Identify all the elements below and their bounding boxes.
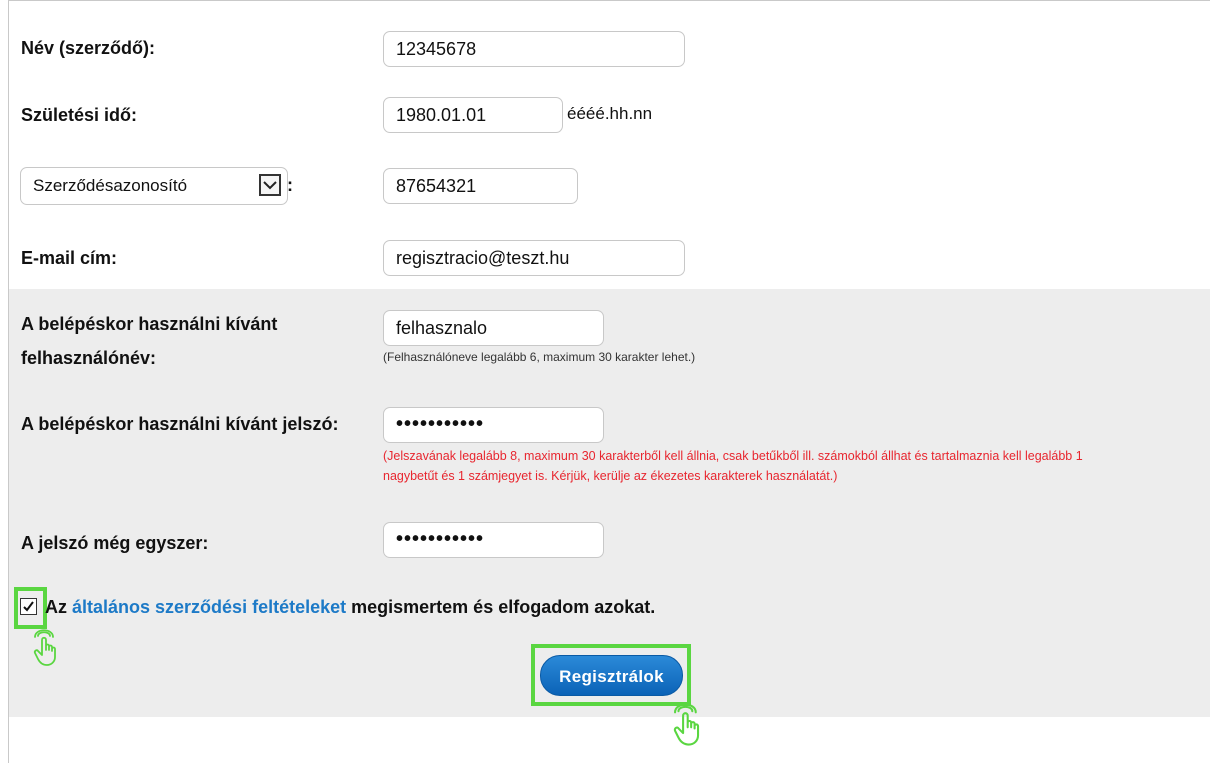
terms-suffix: megismertem és elfogadom azokat. [346,597,656,617]
name-input[interactable]: 12345678 [383,31,685,67]
contract-id-input[interactable]: 87654321 [383,168,578,204]
terms-prefix: Az [45,597,72,617]
id-type-select[interactable]: Szerződésazonosító [20,167,288,205]
password-label: A belépéskor használni kívánt jelszó: [21,414,339,434]
password-input[interactable]: ••••••••••• [383,407,604,443]
terms-text: Az általános szerződési feltételeket meg… [45,593,655,621]
birth-date-label: Születési idő: [21,105,138,125]
terms-checkbox[interactable] [20,598,37,615]
password-hint-line1: (Jelszavának legalább 8, maximum 30 kara… [383,449,1083,463]
checkmark-icon [23,601,34,612]
email-label: E-mail cím: [21,248,118,268]
birth-date-input[interactable]: 1980.01.01 [383,97,563,133]
terms-link[interactable]: általános szerződési feltételeket [72,597,346,617]
register-button[interactable]: Regisztrálok [540,655,683,696]
password-hint-line2: nagybetűt és 1 számjegyet is. Kérjük, ke… [383,469,838,483]
date-format-hint: éééé.hh.nn [567,104,653,123]
username-label-line2: felhasználónév: [21,348,157,368]
pointer-hand-icon [673,703,700,746]
username-input[interactable]: felhasznalo [383,310,604,346]
id-colon: : [287,175,293,195]
username-label-line1: A belépéskor használni kívánt [21,314,278,334]
password-confirm-label: A jelszó még egyszer: [21,533,209,553]
password-confirm-input[interactable]: ••••••••••• [383,522,604,558]
password-hint: (Jelszavának legalább 8, maximum 30 kara… [383,446,1203,486]
pointer-hand-icon [33,629,56,666]
email-input[interactable]: regisztracio@teszt.hu [383,240,685,276]
id-type-select-value: Szerződésazonosító [33,176,188,195]
select-arrow-icon[interactable] [259,174,281,196]
username-hint: (Felhasználóneve legalább 6, maximum 30 … [383,350,696,364]
name-label: Név (szerződő): [21,38,156,58]
